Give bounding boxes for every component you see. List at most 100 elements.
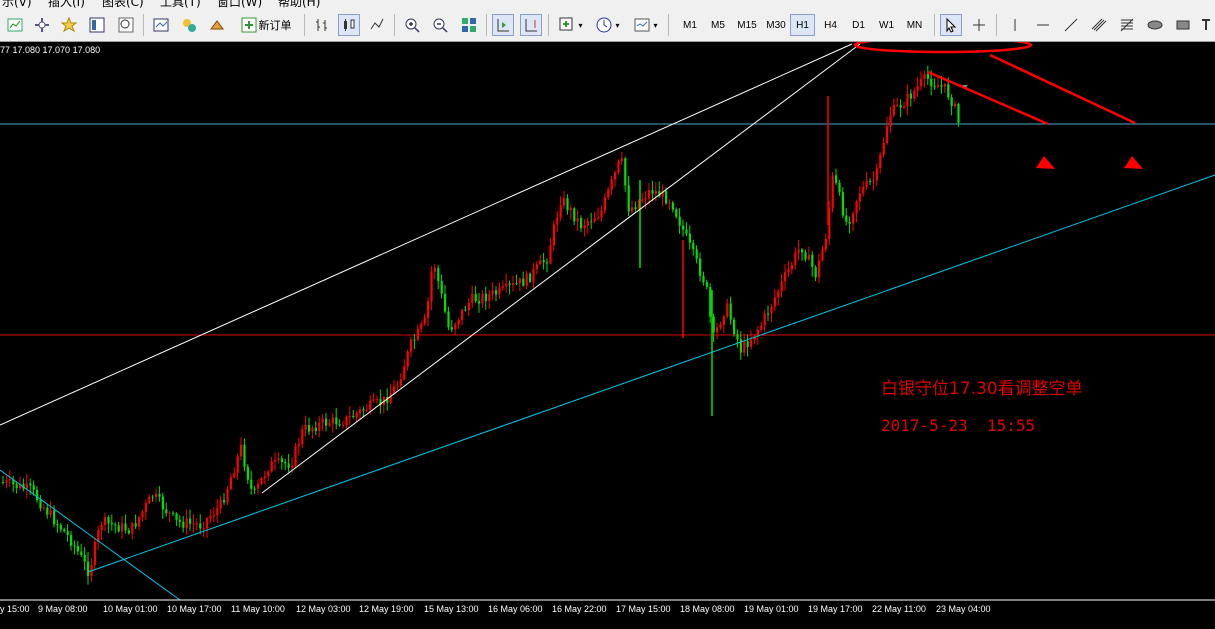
candle-body <box>42 507 45 509</box>
data-window-icon[interactable] <box>115 14 137 36</box>
ohlc-readout: 77 17.080 17.070 17.080 <box>0 45 101 55</box>
candle-body <box>444 293 447 312</box>
tile-windows-icon[interactable] <box>458 14 480 36</box>
navigator-icon[interactable] <box>150 14 172 36</box>
market-watch-icon[interactable] <box>86 14 108 36</box>
chart-canvas[interactable] <box>0 36 1215 625</box>
candlestick-chart-icon[interactable] <box>338 14 360 36</box>
time-axis-label: 16 May 06:00 <box>488 604 543 614</box>
new-chart-icon[interactable] <box>4 14 26 36</box>
menu-tools[interactable]: 工具(T) <box>160 0 201 8</box>
candle-body <box>552 224 555 246</box>
candle-body <box>804 252 807 260</box>
candle-body <box>573 208 576 222</box>
candle-body <box>80 551 83 555</box>
timeframe-m5[interactable]: M5 <box>705 14 731 36</box>
menu-view[interactable]: 示(V) <box>2 0 32 8</box>
candle-body <box>651 190 654 194</box>
candle-body <box>260 478 263 485</box>
candle-body <box>2 482 5 483</box>
candle-body <box>518 278 521 284</box>
chart-annotation-date: 2017-5-23 15:55 <box>881 416 1036 435</box>
candle-body <box>705 282 708 287</box>
candle-body <box>886 126 889 144</box>
price-chart[interactable] <box>0 36 1215 625</box>
toolbar: 新订单 ▾ ▾ ▾ M1 M5 M15 M30 H1 H4 D1 W1 MN <box>0 8 1215 42</box>
candle-body <box>821 249 824 261</box>
zoom-in-icon[interactable] <box>401 14 423 36</box>
terminal-icon[interactable] <box>178 14 200 36</box>
candle-body <box>624 158 627 186</box>
timeframe-m15[interactable]: M15 <box>733 14 761 36</box>
candle-body <box>416 328 419 340</box>
candle-body <box>410 339 413 352</box>
timeframe-m1[interactable]: M1 <box>677 14 703 36</box>
horizontal-line-icon[interactable] <box>1032 14 1054 36</box>
candle-body <box>8 479 11 481</box>
menu-help[interactable]: 帮助(H) <box>278 0 320 8</box>
candle-body <box>824 239 827 250</box>
timeframe-d1[interactable]: D1 <box>846 14 871 36</box>
indicators-dropdown[interactable]: ▾ <box>555 14 587 36</box>
candle-body <box>362 409 365 411</box>
timeframe-m30[interactable]: M30 <box>762 14 790 36</box>
strategy-tester-icon[interactable] <box>206 14 228 36</box>
candle-body <box>406 351 409 367</box>
candle-body <box>36 489 39 501</box>
candle-body <box>865 180 868 187</box>
candle-body <box>175 513 178 520</box>
candle-body <box>250 479 253 489</box>
fibonacci-icon[interactable] <box>1116 14 1138 36</box>
timeframe-w1[interactable]: W1 <box>874 14 899 36</box>
candle-body <box>719 324 722 328</box>
candle-body <box>481 293 484 304</box>
menu-window[interactable]: 窗口(W) <box>217 0 262 8</box>
menu-charts[interactable]: 图表(C) <box>102 0 144 8</box>
auto-scroll-icon[interactable] <box>492 14 514 36</box>
bar-chart-icon[interactable] <box>311 14 333 36</box>
candle-body <box>733 319 736 335</box>
crosshair-icon[interactable] <box>968 14 990 36</box>
menu-insert[interactable]: 插入(I) <box>48 0 85 8</box>
candle-body <box>32 485 35 490</box>
candle-body <box>124 523 127 531</box>
candle-body <box>396 385 399 387</box>
candle-body <box>872 180 875 182</box>
ellipse-icon[interactable] <box>1144 14 1166 36</box>
templates-dropdown[interactable]: ▾ <box>630 14 662 36</box>
candle-body <box>314 427 317 432</box>
periods-dropdown[interactable]: ▾ <box>592 14 624 36</box>
timeframe-h1[interactable]: H1 <box>790 14 815 36</box>
timeframe-mn[interactable]: MN <box>902 14 927 36</box>
candle-body <box>270 461 273 472</box>
candle-body <box>192 523 195 525</box>
candle-body <box>957 103 960 123</box>
line-chart-icon[interactable] <box>366 14 388 36</box>
zoom-out-icon[interactable] <box>429 14 451 36</box>
trendline-icon[interactable] <box>1060 14 1082 36</box>
candle-body <box>138 517 141 527</box>
chart-shift-icon[interactable] <box>520 14 542 36</box>
profiles-icon[interactable] <box>31 14 53 36</box>
candle-body <box>359 409 362 414</box>
rectangle-icon[interactable] <box>1172 14 1194 36</box>
candle-body <box>117 525 120 532</box>
equidistant-channel-icon[interactable] <box>1088 14 1110 36</box>
timeframe-h4[interactable]: H4 <box>818 14 843 36</box>
candle-body <box>301 429 304 445</box>
candle-body <box>760 325 763 330</box>
time-axis-label: 10 May 17:00 <box>167 604 222 614</box>
favorites-icon[interactable] <box>58 14 80 36</box>
candle-body <box>556 217 559 225</box>
candle-body <box>212 515 215 517</box>
vertical-line-icon[interactable] <box>1004 14 1026 36</box>
candle-body <box>5 480 8 483</box>
text-tool-icon[interactable] <box>1198 14 1214 36</box>
cursor-icon[interactable] <box>940 14 962 36</box>
candle-body <box>501 286 504 288</box>
candle-body <box>818 260 821 278</box>
candle-body <box>566 198 569 211</box>
new-order-button[interactable]: 新订单 <box>236 14 296 36</box>
candle-body <box>427 301 430 318</box>
candle-body <box>93 542 96 565</box>
